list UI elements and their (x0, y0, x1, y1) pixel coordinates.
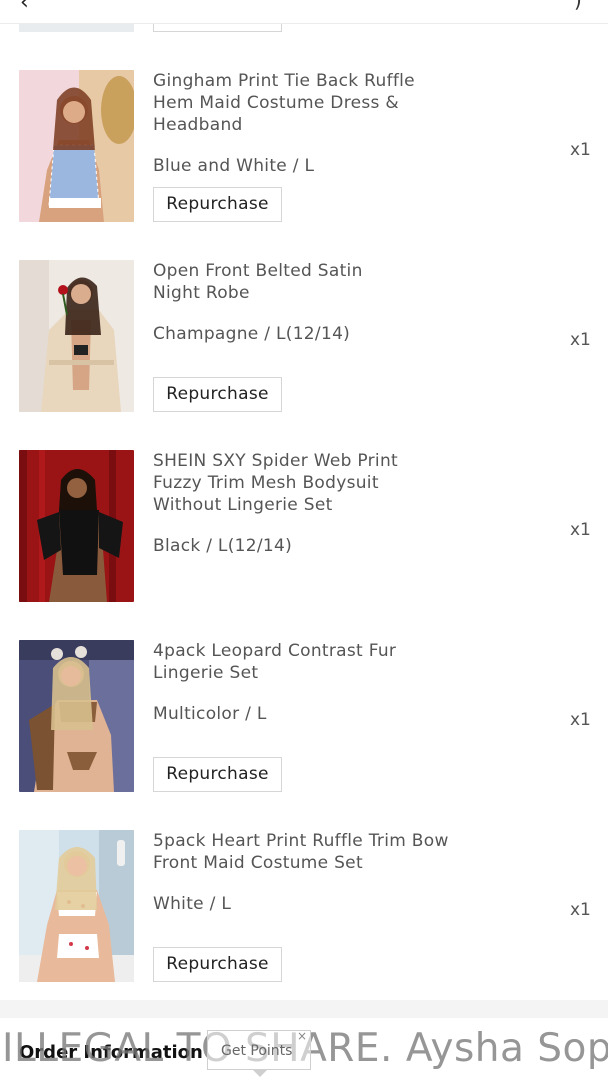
product-photo-icon (19, 830, 134, 982)
close-icon[interactable]: × (297, 1016, 307, 1056)
product-name-line: 5pack Heart Print Ruffle Trim Bow (153, 831, 449, 851)
product-variant: Multicolor / L (153, 704, 267, 724)
nav-right-icon[interactable]: ) (574, 0, 582, 12)
product-image[interactable] (19, 260, 134, 412)
product-quantity: x1 (570, 520, 591, 540)
order-item: Gingham Print Tie Back Ruffle Hem Maid C… (0, 70, 608, 230)
product-image[interactable] (19, 450, 134, 602)
previous-item-button-cut[interactable] (153, 24, 282, 32)
product-name-line: Headband (153, 115, 243, 135)
product-name-line: SHEIN SXY Spider Web Print (153, 451, 398, 471)
nav-title-cut: ⌒⌒⌒ (230, 0, 296, 14)
back-arrow-icon[interactable]: ‹ (20, 0, 29, 15)
product-name[interactable]: 5pack Heart Print Ruffle Trim Bow Front … (153, 830, 453, 874)
product-name-line: Fuzzy Trim Mesh Bodysuit (153, 473, 379, 493)
product-name[interactable]: Gingham Print Tie Back Ruffle Hem Maid C… (153, 70, 453, 136)
product-variant: Champagne / L(12/14) (153, 324, 351, 344)
previous-item-thumbnail-cut (19, 24, 134, 32)
get-points-label: Get Points (221, 1043, 293, 1059)
product-photo-icon (19, 640, 134, 792)
order-item: 5pack Heart Print Ruffle Trim Bow Front … (0, 830, 608, 990)
product-variant: White / L (153, 894, 232, 914)
product-name[interactable]: SHEIN SXY Spider Web Print Fuzzy Trim Me… (153, 450, 453, 516)
product-variant: Blue and White / L (153, 156, 315, 176)
top-nav-bar: ‹ ⌒⌒⌒ ) (0, 0, 608, 24)
product-quantity: x1 (570, 710, 591, 730)
product-variant: Black / L(12/14) (153, 536, 293, 556)
product-name-line: Hem Maid Costume Dress & (153, 93, 399, 113)
product-name-line: Night Robe (153, 283, 250, 303)
repurchase-button[interactable]: Repurchase (153, 947, 282, 982)
product-image[interactable] (19, 70, 134, 222)
product-image[interactable] (19, 830, 134, 982)
product-name[interactable]: Open Front Belted Satin Night Robe (153, 260, 453, 304)
product-photo-icon (19, 450, 134, 602)
repurchase-button[interactable]: Repurchase (153, 757, 282, 792)
product-photo-icon (19, 70, 134, 222)
product-name[interactable]: 4pack Leopard Contrast Fur Lingerie Set (153, 640, 453, 684)
product-photo-icon (19, 260, 134, 412)
product-name-line: Lingerie Set (153, 663, 259, 683)
order-item: SHEIN SXY Spider Web Print Fuzzy Trim Me… (0, 450, 608, 610)
order-item: 4pack Leopard Contrast Fur Lingerie Set … (0, 640, 608, 800)
product-image[interactable] (19, 640, 134, 792)
product-name-line: Gingham Print Tie Back Ruffle (153, 71, 415, 91)
product-name-line: Without Lingerie Set (153, 495, 333, 515)
product-quantity: x1 (570, 330, 591, 350)
product-name-line: Open Front Belted Satin (153, 261, 363, 281)
product-quantity: x1 (570, 140, 591, 160)
order-detail-page: ‹ ⌒⌒⌒ ) Gingham Print Tie Back Ruffle He… (0, 0, 608, 1080)
product-name-line: 4pack Leopard Contrast Fur (153, 641, 397, 661)
repurchase-button[interactable]: Repurchase (153, 377, 282, 412)
product-quantity: x1 (570, 900, 591, 920)
repurchase-button[interactable]: Repurchase (153, 187, 282, 222)
product-name-line: Front Maid Costume Set (153, 853, 363, 873)
order-item: Open Front Belted Satin Night Robe Champ… (0, 260, 608, 420)
get-points-tooltip[interactable]: Get Points × (207, 1029, 311, 1077)
